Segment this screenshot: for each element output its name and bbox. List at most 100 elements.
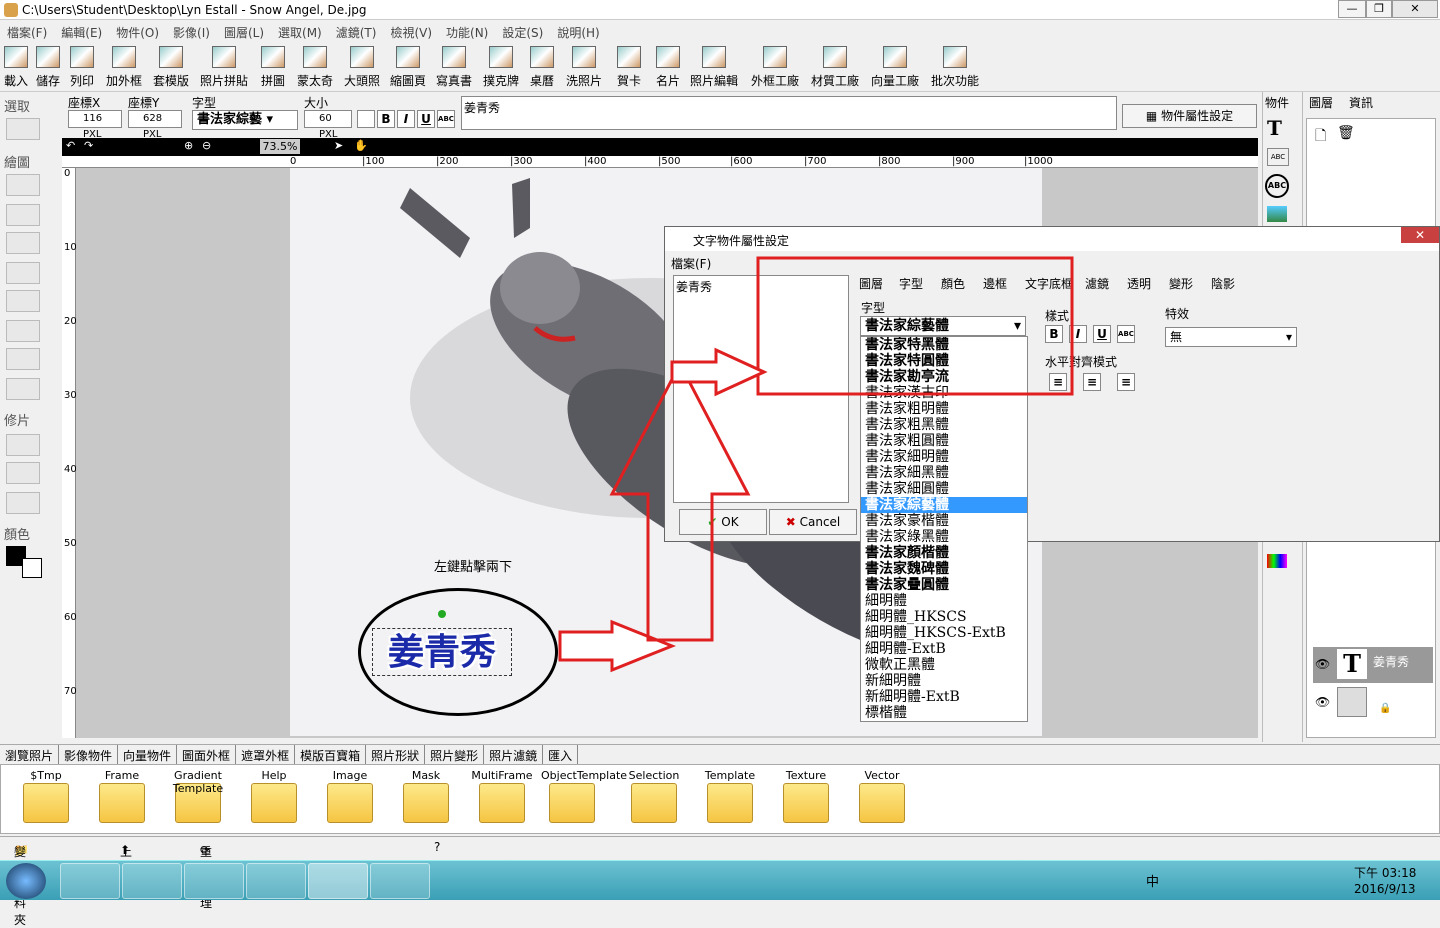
bold-button[interactable]: B (377, 110, 395, 128)
dialog-close-button[interactable]: ✕ (1401, 227, 1439, 243)
blur-tool[interactable] (6, 434, 40, 456)
clone-tool[interactable] (6, 492, 40, 514)
collage-button[interactable]: 照片拼貼 (200, 46, 248, 89)
photo-edit-button[interactable]: 照片編輯 (690, 46, 738, 89)
tab-shape[interactable]: 照片形狀 (366, 745, 426, 766)
font-option[interactable]: 書法家粗圓體 (861, 433, 1027, 449)
tab-deform[interactable]: 照片變形 (425, 745, 485, 766)
palette-icon[interactable] (1267, 554, 1287, 568)
brush-tool[interactable] (6, 174, 40, 196)
layer-tab[interactable]: 圖層 (1309, 94, 1333, 111)
hand-icon[interactable]: ✋ (354, 139, 368, 152)
tab-template[interactable]: 模版百寶箱 (295, 745, 367, 766)
object-tab[interactable]: 物件 (1265, 94, 1289, 111)
tab-text-frame[interactable]: 文字底框 (1025, 275, 1073, 292)
menu-select[interactable]: 選取(M) (271, 21, 329, 44)
font-option-selected[interactable]: 書法家綜藝體 (861, 497, 1027, 513)
font-option[interactable]: 書法家粗明體 (861, 401, 1027, 417)
folder-item[interactable]: Template (699, 769, 761, 825)
menu-file[interactable]: 檔案(F) (0, 21, 54, 44)
zoom-out-icon[interactable]: ⊖ (202, 139, 211, 152)
menu-layer[interactable]: 圖層(L) (217, 21, 271, 44)
tab-layer[interactable]: 圖層 (859, 275, 883, 292)
folder-item[interactable]: Vector (851, 769, 913, 825)
pencil-tool[interactable] (6, 232, 40, 254)
menu-image[interactable]: 影像(I) (166, 21, 217, 44)
abc-box-icon[interactable]: ABC (1267, 148, 1289, 166)
background-color[interactable] (22, 558, 42, 578)
shape-tool[interactable] (6, 378, 40, 400)
pointer-icon[interactable]: ➤ (334, 139, 343, 152)
font-option[interactable]: 書法家細圓體 (861, 481, 1027, 497)
align-center-button[interactable]: ≡ (1083, 373, 1101, 391)
eyedropper-tool[interactable] (6, 348, 40, 370)
align-left-button[interactable]: ≡ (1049, 373, 1067, 391)
tab-import[interactable]: 匯入 (543, 745, 579, 766)
texture-factory-button[interactable]: 材質工廠 (811, 46, 859, 89)
font-option[interactable]: 微軟正黑體 (861, 657, 1027, 673)
abc-circle-icon[interactable]: ABC (1265, 174, 1289, 198)
tab-browse[interactable]: 瀏覽照片 (0, 745, 60, 766)
rotate-handle[interactable] (438, 610, 446, 618)
line-tool[interactable] (6, 320, 40, 342)
folder-item[interactable]: MultiFrame (471, 769, 533, 825)
vector-factory-button[interactable]: 向量工廠 (871, 46, 919, 89)
folder-item[interactable]: Selection (623, 769, 685, 825)
font-option[interactable]: 新細明體-ExtB (861, 689, 1027, 705)
font-option[interactable]: 書法家疊圓體 (861, 577, 1027, 593)
frame-factory-button[interactable]: 外框工廠 (751, 46, 799, 89)
font-option[interactable]: 書法家漢古印 (861, 385, 1027, 401)
underline-button[interactable]: U (417, 110, 435, 128)
font-option[interactable]: 書法家細黑體 (861, 465, 1027, 481)
text-tool-icon[interactable]: T (1267, 116, 1282, 140)
object-property-button[interactable]: ▦ 物件屬性設定 (1122, 104, 1257, 128)
clock-time[interactable]: 下午 03:18 (1354, 864, 1416, 881)
align-right-button[interactable]: ≡ (1117, 373, 1135, 391)
smudge-tool[interactable] (6, 462, 40, 484)
tab-transparent[interactable]: 透明 (1127, 275, 1151, 292)
batch-button[interactable]: 批次功能 (931, 46, 979, 89)
tab-filter[interactable]: 濾鏡 (1085, 275, 1109, 292)
print-button[interactable]: 列印 (70, 46, 94, 89)
undo-icon[interactable]: ↶ (66, 139, 75, 152)
x-spinner[interactable]: 116 PXL (68, 110, 122, 140)
tab-image-object[interactable]: 影像物件 (59, 745, 119, 766)
menu-help[interactable]: 說明(H) (550, 21, 606, 44)
photobook-button[interactable]: 寫真書 (436, 46, 472, 89)
namecard-button[interactable]: 名片 (656, 46, 680, 89)
folder-item[interactable]: $Tmp (15, 769, 77, 825)
folder-item[interactable]: ObjectTemplate (541, 769, 627, 825)
rect-select-tool[interactable] (6, 118, 40, 140)
font-option[interactable]: 細明體_HKSCS-ExtB (861, 625, 1027, 641)
tab-mask[interactable]: 遮罩外框 (236, 745, 296, 766)
tab-color[interactable]: 顏色 (941, 275, 965, 292)
minimize-button[interactable]: — (1338, 0, 1366, 18)
folder-item[interactable]: Frame (91, 769, 153, 825)
tab-shadow[interactable]: 陰影 (1211, 275, 1235, 292)
card-button[interactable]: 賀卡 (617, 46, 641, 89)
thumbnail-button[interactable]: 縮圖頁 (390, 46, 426, 89)
clock-date[interactable]: 2016/9/13 (1354, 882, 1416, 896)
poker-button[interactable]: 撲克牌 (483, 46, 519, 89)
ok-button[interactable]: ✔ OK (679, 509, 767, 535)
font-option[interactable]: 書法家粗黑體 (861, 417, 1027, 433)
layer-item-photo[interactable]: 👁 🔒 (1313, 685, 1433, 721)
tab-border[interactable]: 邊框 (983, 275, 1007, 292)
tab-frame[interactable]: 圖面外框 (177, 745, 237, 766)
effect-select[interactable]: 無 ▾ (1165, 327, 1297, 347)
calendar-button[interactable]: 桌曆 (530, 46, 554, 89)
puzzle-button[interactable]: 拼圖 (261, 46, 285, 89)
font-option[interactable]: 書法家細明體 (861, 449, 1027, 465)
dialog-text-input[interactable]: 姜青秀 (673, 275, 849, 503)
load-button[interactable]: 載入 (4, 46, 28, 89)
ime-indicator[interactable]: 中 (1146, 871, 1159, 890)
folder-item[interactable]: Gradient Template (167, 769, 229, 825)
font-option[interactable]: 書法家豪楷體 (861, 513, 1027, 529)
italic-button[interactable]: I (397, 110, 415, 128)
strike-button[interactable]: ABC (437, 110, 455, 128)
font-option[interactable]: 書法家特圓體 (861, 353, 1027, 369)
tab-vector-object[interactable]: 向量物件 (118, 745, 178, 766)
text-input[interactable]: 姜青秀 (461, 96, 1117, 130)
visibility-icon-2[interactable]: 👁 (1315, 695, 1330, 709)
font-option[interactable]: 細明體-ExtB (861, 641, 1027, 657)
